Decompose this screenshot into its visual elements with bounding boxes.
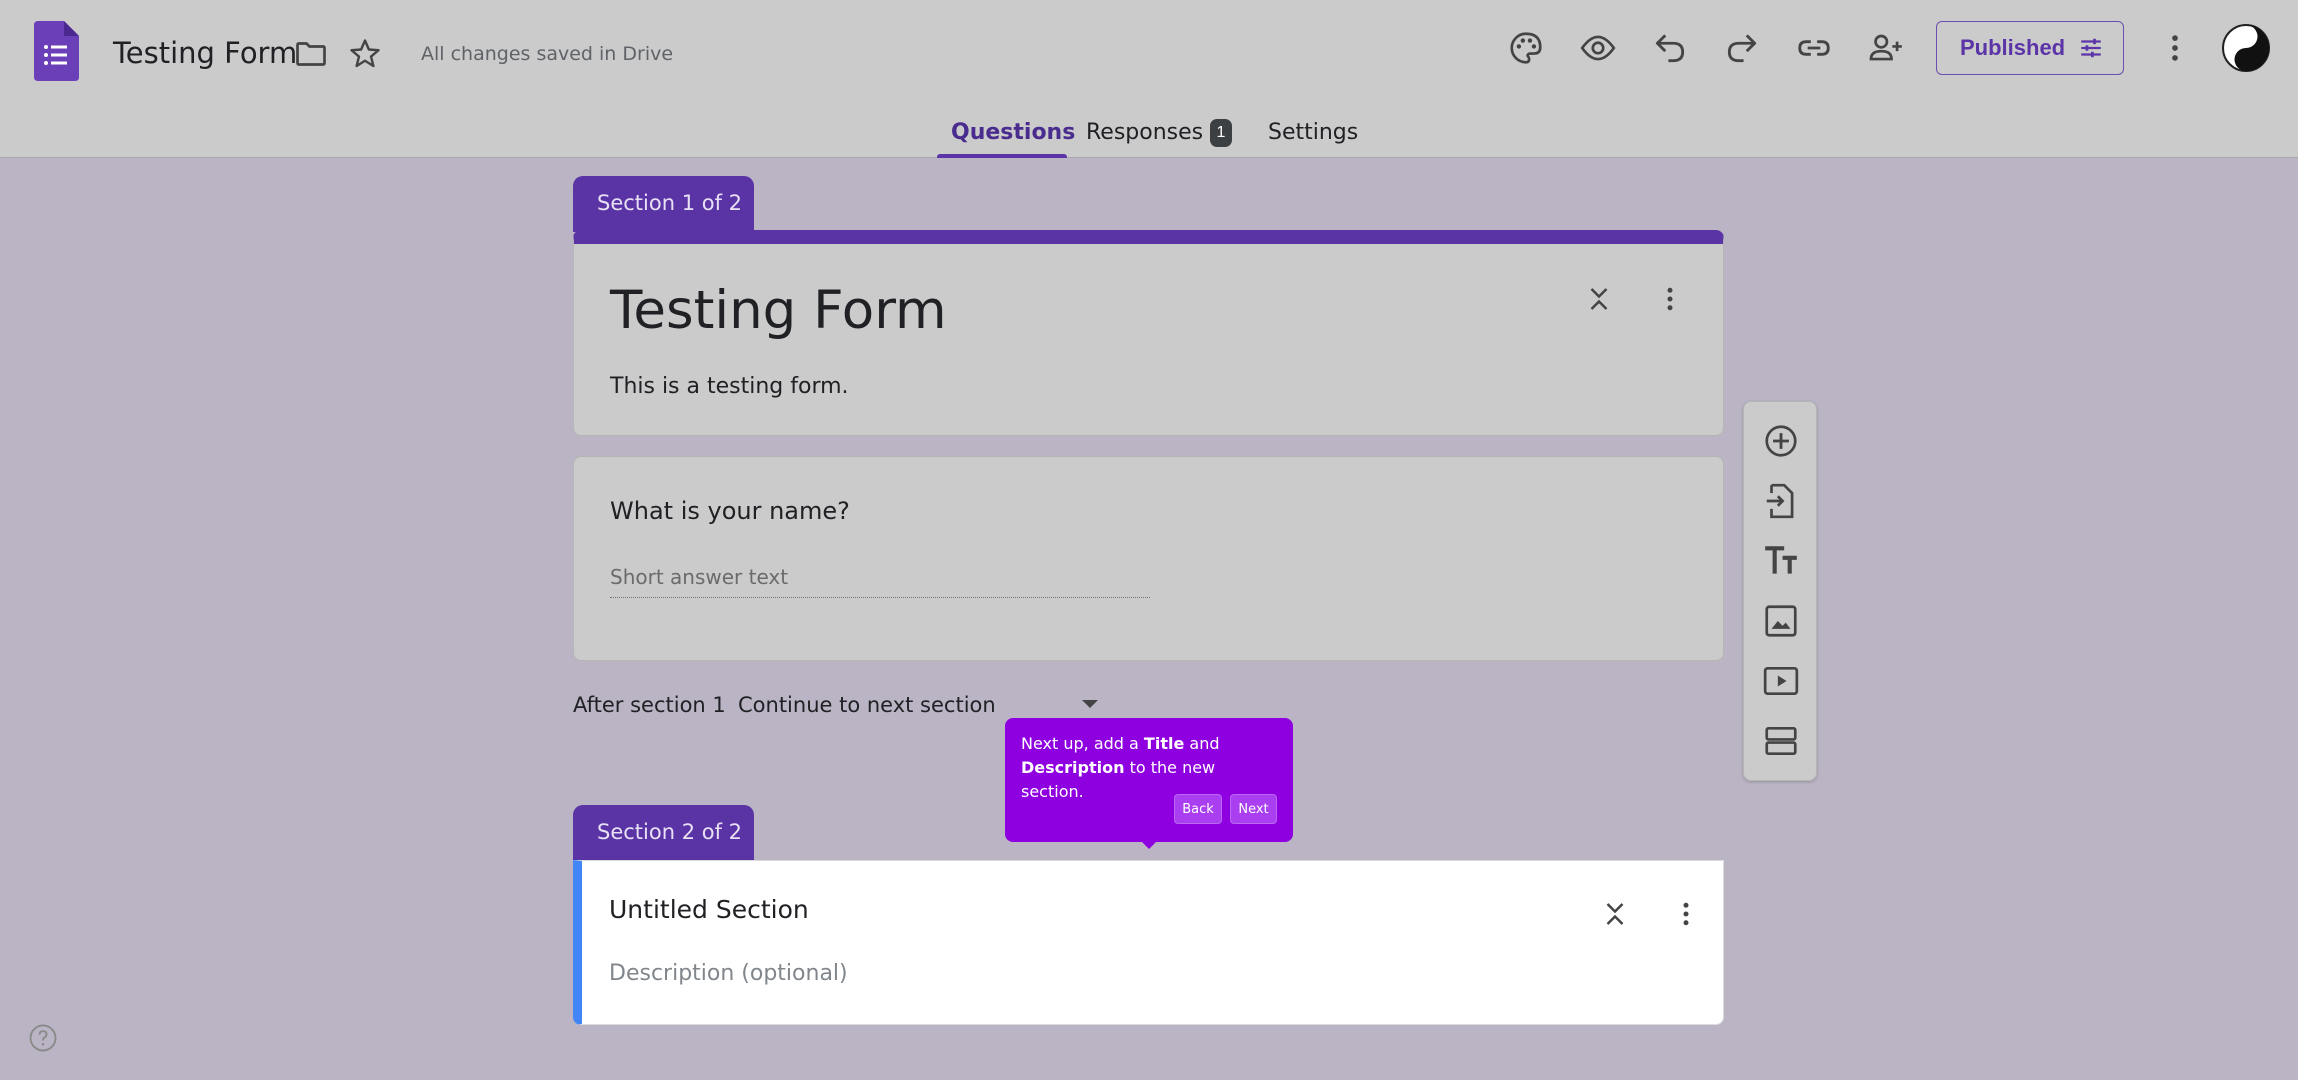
tab-settings[interactable]: Settings <box>1268 120 1358 145</box>
section-2-label: Section 2 of 2 <box>573 805 754 861</box>
tab-bar: Questions Responses 1 Settings <box>0 110 2298 158</box>
tooltip-arrow <box>1141 841 1157 849</box>
help-icon[interactable] <box>28 1023 58 1053</box>
section-2-description[interactable]: Description (optional) <box>609 961 848 986</box>
palette-icon[interactable] <box>1507 29 1545 67</box>
answer-underline <box>610 597 1150 598</box>
document-title[interactable]: Testing Form <box>113 36 297 70</box>
move-to-folder-icon[interactable] <box>293 36 329 72</box>
preview-eye-icon[interactable] <box>1579 29 1617 67</box>
add-title-icon[interactable] <box>1762 542 1800 580</box>
section-2-title[interactable]: Untitled Section <box>609 895 809 924</box>
tooltip-back-button[interactable]: Back <box>1174 794 1222 824</box>
form-title[interactable]: Testing Form <box>610 280 947 341</box>
add-collaborator-icon[interactable] <box>1867 29 1905 67</box>
more-vert-icon[interactable] <box>2158 29 2192 67</box>
account-avatar[interactable] <box>2222 24 2270 72</box>
section-more-icon[interactable] <box>1671 899 1701 929</box>
link-icon[interactable] <box>1795 29 1833 67</box>
tab-responses[interactable]: Responses <box>1086 120 1203 145</box>
short-answer-placeholder: Short answer text <box>610 565 789 589</box>
publish-label: Published <box>1960 35 2066 60</box>
forms-logo-icon[interactable] <box>34 21 79 81</box>
dropdown-caret-icon[interactable] <box>1082 700 1098 708</box>
add-question-icon[interactable] <box>1762 422 1800 460</box>
form-header-card[interactable]: Testing Form This is a testing form. <box>573 230 1724 436</box>
add-section-icon[interactable] <box>1762 722 1800 760</box>
section-more-icon[interactable] <box>1655 284 1685 314</box>
form-description[interactable]: This is a testing form. <box>610 374 849 399</box>
add-video-icon[interactable] <box>1762 662 1800 700</box>
question-card[interactable]: What is your name? Short answer text <box>573 456 1724 661</box>
publish-button[interactable]: Published <box>1936 21 2124 75</box>
publish-settings-icon <box>2081 38 2101 58</box>
collapse-section-icon[interactable] <box>1584 284 1614 314</box>
undo-icon[interactable] <box>1651 29 1689 67</box>
after-section-select[interactable]: Continue to next section <box>738 693 996 717</box>
floating-side-toolbar <box>1743 401 1817 781</box>
top-app-bar: Testing Form All changes saved in Drive … <box>0 0 2298 158</box>
section-2-header-card[interactable]: Untitled Section Description (optional) <box>573 860 1724 1025</box>
tab-questions[interactable]: Questions <box>951 120 1075 145</box>
add-image-icon[interactable] <box>1762 602 1800 640</box>
tooltip-next-button[interactable]: Next <box>1230 794 1277 824</box>
collapse-section-icon[interactable] <box>1600 899 1630 929</box>
onboarding-tooltip: Next up, add a Title and Description to … <box>1005 718 1293 842</box>
section-1-label: Section 1 of 2 <box>573 176 754 232</box>
redo-icon[interactable] <box>1723 29 1761 67</box>
responses-count-badge: 1 <box>1210 119 1232 147</box>
import-questions-icon[interactable] <box>1762 482 1800 520</box>
save-status: All changes saved in Drive <box>421 43 674 65</box>
question-title[interactable]: What is your name? <box>610 497 850 525</box>
star-icon[interactable] <box>347 36 383 72</box>
after-section-label: After section 1 <box>573 693 726 717</box>
active-tab-indicator <box>937 154 1067 158</box>
